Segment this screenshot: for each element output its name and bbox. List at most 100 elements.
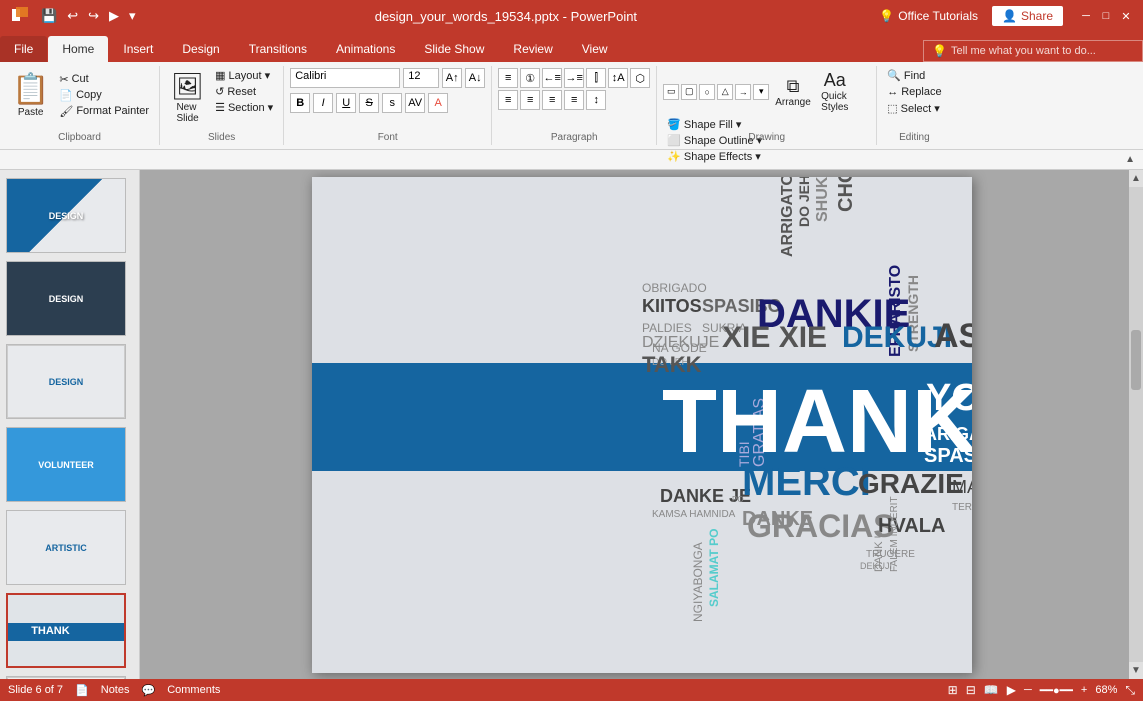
increase-indent-btn[interactable]: →≡ — [564, 68, 584, 88]
minimize-button[interactable]: ─ — [1077, 7, 1095, 25]
slide-thumb-5[interactable]: ARTISTIC — [6, 510, 126, 585]
format-painter-button[interactable]: 🖌 Format Painter — [55, 104, 153, 119]
arrange-button[interactable]: ⧉ Arrange — [771, 74, 815, 110]
office-tutorials-btn[interactable]: 💡 Office Tutorials — [873, 7, 984, 25]
shape-effects-button[interactable]: ✨ Shape Effects ▾ — [663, 149, 853, 164]
char-spacing-btn[interactable]: AV — [405, 93, 425, 113]
decrease-indent-btn[interactable]: ←≡ — [542, 68, 562, 88]
slideshow-btn[interactable]: ▶ — [1007, 683, 1016, 697]
alignment-row: ≡ ≡ ≡ ≡ ↕ — [498, 90, 650, 110]
zoom-slider[interactable]: ━━●━━ — [1040, 684, 1073, 697]
bullet-list-btn[interactable]: ≡ — [498, 68, 518, 88]
font-name-selector[interactable]: Calibri — [290, 68, 400, 88]
scroll-up-arrow[interactable]: ▲ — [1131, 170, 1141, 187]
increase-font-size-btn[interactable]: A↑ — [442, 68, 462, 88]
slide-thumb-3[interactable]: DESIGN — [6, 344, 126, 419]
shape-rect[interactable]: ▭ — [663, 84, 679, 100]
align-center-btn[interactable]: ≡ — [520, 90, 540, 110]
font-format-row: B I U S s AV A — [290, 93, 485, 113]
paste-label: Paste — [18, 107, 44, 118]
new-slide-label: NewSlide — [176, 102, 198, 124]
slide-sorter-btn[interactable]: ⊟ — [966, 683, 976, 697]
tab-home[interactable]: Home — [48, 36, 108, 62]
maximize-button[interactable]: □ — [1097, 7, 1115, 25]
scroll-track[interactable] — [1129, 187, 1143, 662]
tab-design[interactable]: Design — [168, 36, 233, 62]
more-qa-btn[interactable]: ▾ — [126, 6, 139, 26]
shape-more[interactable]: ▾ — [753, 84, 769, 100]
scroll-down-arrow[interactable]: ▼ — [1131, 662, 1141, 679]
slide-thumb-1[interactable]: DESIGN — [6, 178, 126, 253]
save-qa-btn[interactable]: 💾 — [38, 6, 60, 26]
collapse-ribbon-btn[interactable]: ▲ — [1121, 154, 1139, 165]
strikethrough-button[interactable]: S — [359, 93, 379, 113]
font-color-btn[interactable]: A — [428, 93, 448, 113]
shape-oval[interactable]: ○ — [699, 84, 715, 100]
present-qa-btn[interactable]: ▶ — [106, 6, 122, 26]
close-button[interactable]: ✕ — [1117, 7, 1135, 25]
share-button[interactable]: 👤 Share — [992, 6, 1063, 26]
shape-rounded-rect[interactable]: ▢ — [681, 84, 697, 100]
number-list-btn[interactable]: ① — [520, 68, 540, 88]
text-direction-btn[interactable]: ↕A — [608, 68, 628, 88]
shape-arrow[interactable]: → — [735, 84, 751, 100]
tab-slideshow[interactable]: Slide Show — [410, 36, 498, 62]
redo-qa-btn[interactable]: ↪ — [85, 6, 102, 26]
tab-view[interactable]: View — [568, 36, 622, 62]
italic-button[interactable]: I — [313, 93, 333, 113]
tab-transitions[interactable]: Transitions — [235, 36, 321, 62]
slide-thumb-6[interactable]: THANK — [6, 593, 126, 668]
replace-button[interactable]: ↔ Replace — [883, 85, 945, 99]
align-right-btn[interactable]: ≡ — [542, 90, 562, 110]
slide-item-6[interactable]: 6 ★ THANK — [6, 593, 133, 668]
new-slide-button[interactable]: 🖼 NewSlide — [166, 68, 209, 127]
font-size-input[interactable]: 12 — [403, 68, 439, 88]
comments-btn[interactable]: Comments — [167, 684, 220, 696]
cols-btn[interactable]: ⫿ — [586, 68, 606, 88]
vertical-scrollbar[interactable]: ▲ ▼ — [1129, 170, 1143, 679]
slide-panel: 1 ☆ DESIGN 2 ☆ DESIGN 3 ☆ — [0, 170, 140, 679]
convert-smartart-btn[interactable]: ⬡ — [630, 68, 650, 88]
tab-review[interactable]: Review — [499, 36, 566, 62]
tab-file[interactable]: File — [0, 36, 47, 62]
normal-view-btn[interactable]: ⊞ — [948, 683, 958, 697]
zoom-out-btn[interactable]: ─ — [1024, 684, 1032, 696]
underline-button[interactable]: U — [336, 93, 356, 113]
tell-me-bar[interactable]: 💡 Tell me what you want to do... — [923, 40, 1143, 62]
slide-item-3[interactable]: 3 ☆ DESIGN — [6, 344, 133, 419]
justify-btn[interactable]: ≡ — [564, 90, 584, 110]
reset-button[interactable]: ↺ Reset — [211, 84, 277, 99]
scroll-thumb[interactable] — [1131, 330, 1141, 390]
shape-fill-button[interactable]: 🪣 Shape Fill ▾ — [663, 117, 853, 132]
slide-thumb-4[interactable]: VOLUNTEER — [6, 427, 126, 502]
section-button[interactable]: ☰ Section ▾ — [211, 100, 277, 115]
shape-tri[interactable]: △ — [717, 84, 733, 100]
slide-item-5[interactable]: 5 ☆ ARTISTIC — [6, 510, 133, 585]
slide-item-1[interactable]: 1 ☆ DESIGN — [6, 178, 133, 253]
layout-button[interactable]: ▦ Layout ▾ — [211, 68, 277, 83]
decrease-font-size-btn[interactable]: A↓ — [465, 68, 485, 88]
notes-btn[interactable]: Notes — [101, 684, 130, 696]
shadow-button[interactable]: s — [382, 93, 402, 113]
tab-animations[interactable]: Animations — [322, 36, 409, 62]
select-button[interactable]: ⬚ Select ▾ — [883, 101, 945, 116]
slide-item-4[interactable]: 4 ☆ VOLUNTEER — [6, 427, 133, 502]
find-button[interactable]: 🔍 Find — [883, 68, 945, 83]
tab-insert[interactable]: Insert — [109, 36, 167, 62]
bold-button[interactable]: B — [290, 93, 310, 113]
fit-window-btn[interactable]: ⤡ — [1125, 683, 1135, 698]
align-left-btn[interactable]: ≡ — [498, 90, 518, 110]
cut-button[interactable]: ✂ Cut — [55, 72, 153, 87]
copy-button[interactable]: 📄 Copy — [55, 88, 153, 103]
slide-item-2[interactable]: 2 ☆ DESIGN — [6, 261, 133, 336]
slide-thumb-2[interactable]: DESIGN — [6, 261, 126, 336]
ribbon-group-editing: 🔍 Find ↔ Replace ⬚ Select ▾ Editing — [877, 66, 951, 145]
slide-canvas[interactable]: ARRIGATO DO JEH SHUKRAN CHOUKRAIE OBRIGA… — [312, 177, 972, 673]
reading-view-btn[interactable]: 📖 — [984, 683, 999, 697]
app-icon — [8, 4, 32, 29]
undo-qa-btn[interactable]: ↩ — [64, 6, 81, 26]
paste-button[interactable]: 📋 Paste — [6, 68, 55, 122]
quick-styles-button[interactable]: Aa QuickStyles — [817, 68, 853, 115]
zoom-in-btn[interactable]: + — [1081, 684, 1087, 696]
line-spacing-btn[interactable]: ↕ — [586, 90, 606, 110]
